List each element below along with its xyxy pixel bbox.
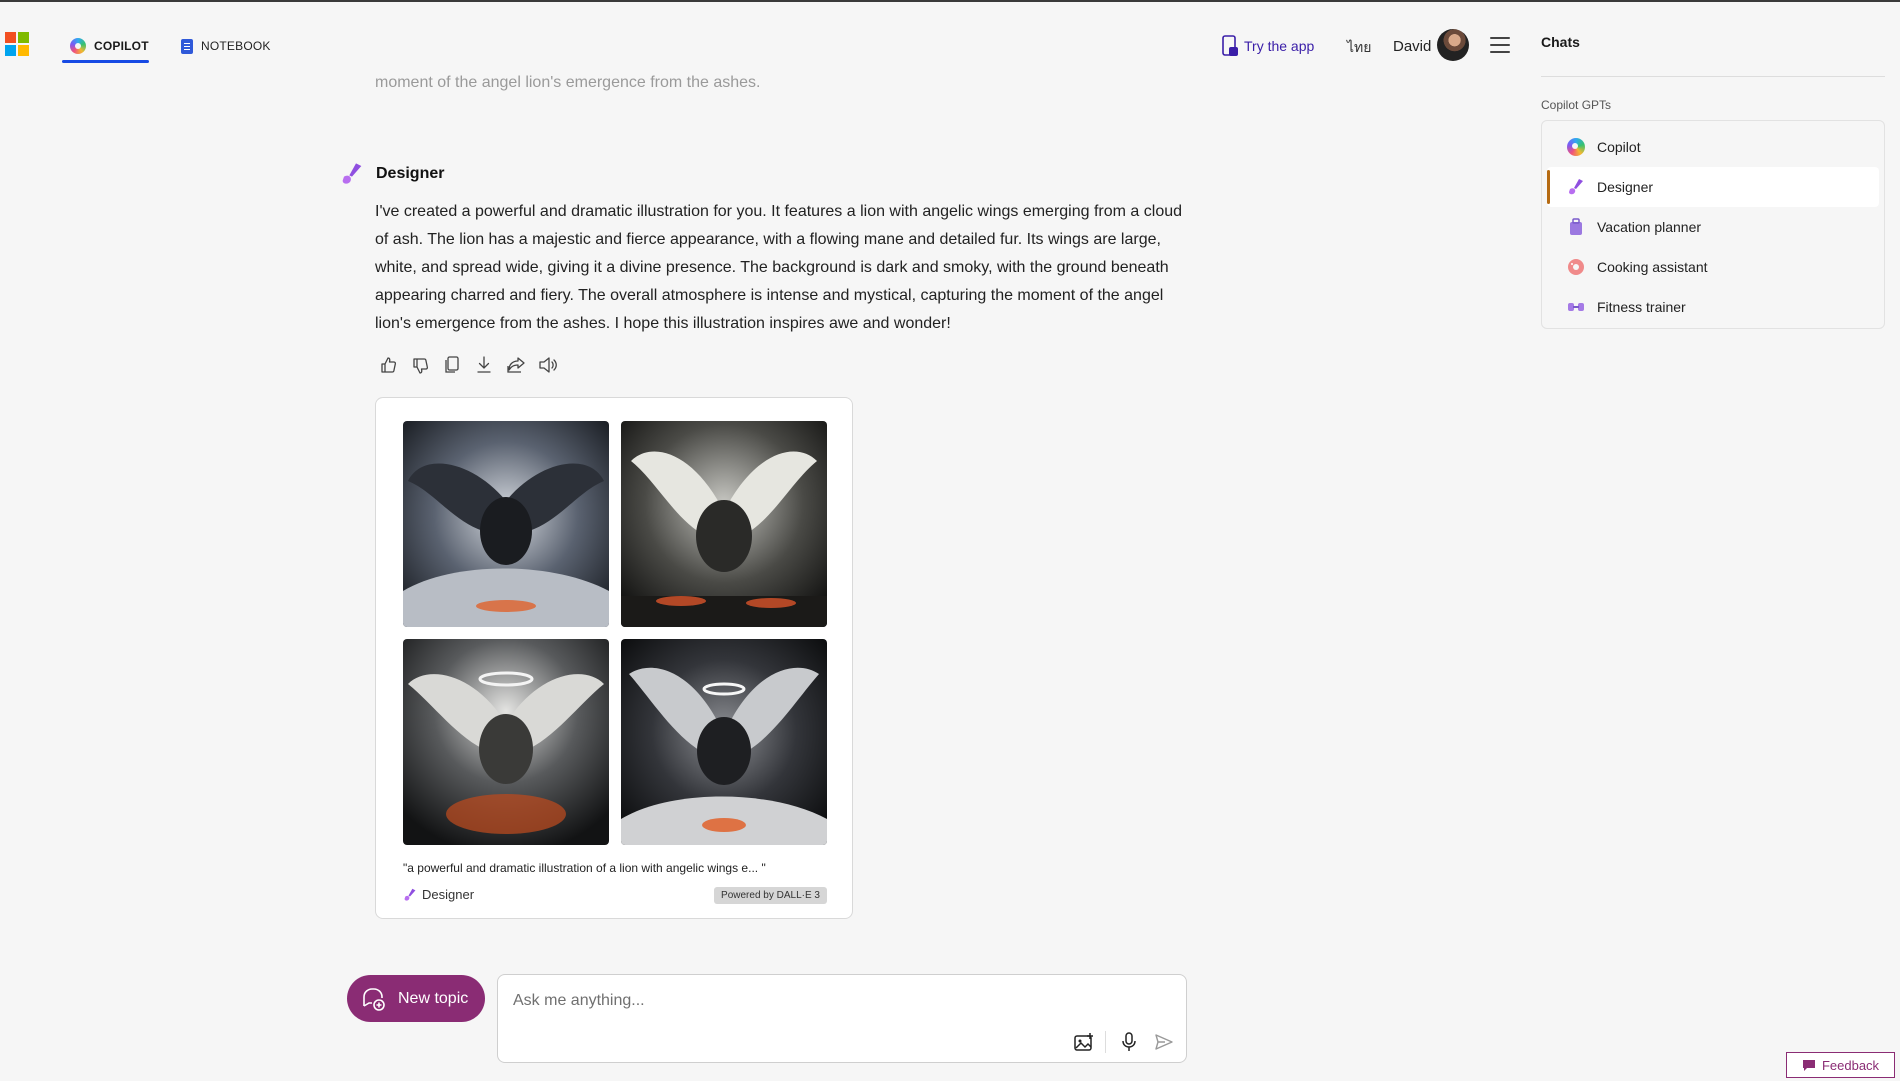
sidebar-item-label: Cooking assistant	[1597, 259, 1708, 275]
avatar[interactable]	[1437, 29, 1469, 61]
phone-icon	[1222, 35, 1238, 56]
generated-image[interactable]	[403, 639, 609, 845]
new-topic-label: New topic	[398, 989, 469, 1007]
tab-copilot-label: COPILOT	[94, 39, 149, 53]
sidebar-item-fitness-trainer[interactable]: Fitness trainer	[1547, 287, 1879, 327]
notebook-icon	[181, 38, 193, 54]
send-icon[interactable]	[1153, 1031, 1175, 1053]
chat-input[interactable]	[513, 988, 1153, 1014]
tab-notebook-label: NOTEBOOK	[201, 39, 271, 53]
designer-icon	[404, 888, 416, 901]
user-name[interactable]: David	[1393, 38, 1431, 55]
designer-icon	[342, 163, 362, 184]
image-grid	[403, 421, 827, 845]
assistant-response-text: I've created a powerful and dramatic ill…	[375, 203, 1183, 332]
image-source-label: Designer	[422, 887, 475, 902]
sidebar-item-designer[interactable]: Designer	[1547, 167, 1879, 207]
new-topic-icon	[363, 987, 385, 1011]
language-switch[interactable]: ไทย	[1347, 37, 1371, 59]
tab-notebook[interactable]: NOTEBOOK	[181, 30, 271, 62]
sidebar-item-copilot[interactable]: Copilot	[1547, 127, 1879, 167]
copilot-icon	[1567, 138, 1585, 156]
new-topic-button[interactable]: New topic	[347, 975, 485, 1022]
feedback-button[interactable]: Feedback	[1786, 1052, 1895, 1078]
chats-divider	[1541, 76, 1885, 77]
chat-input-box	[497, 974, 1187, 1063]
sidebar-item-label: Designer	[1597, 179, 1654, 195]
top-header: COPILOT NOTEBOOK Try the app ไทย David	[0, 2, 1535, 72]
add-image-icon[interactable]	[1073, 1031, 1095, 1053]
try-app-label: Try the app	[1244, 38, 1315, 54]
message-actions	[378, 353, 558, 377]
sidebar-item-label: Vacation planner	[1597, 219, 1702, 235]
menu-icon[interactable]	[1490, 37, 1510, 53]
feedback-label: Feedback	[1821, 1057, 1880, 1073]
thumbs-down-icon[interactable]	[410, 353, 430, 377]
assistant-header: Designer	[340, 162, 444, 186]
share-icon[interactable]	[506, 353, 526, 377]
generated-image[interactable]	[621, 421, 827, 627]
copilot-gpts-list: Copilot Designer Vacation planner Cookin…	[1541, 120, 1885, 329]
designer-icon	[1569, 179, 1583, 195]
suitcase-icon	[1570, 218, 1582, 235]
download-icon[interactable]	[474, 353, 494, 377]
generated-image[interactable]	[621, 639, 827, 845]
copy-icon[interactable]	[442, 353, 462, 377]
image-source[interactable]: Designer	[403, 887, 474, 902]
dumbbell-icon	[1568, 303, 1584, 311]
copilot-icon	[70, 38, 86, 54]
copilot-gpts-label: Copilot GPTs	[1541, 98, 1612, 112]
powered-by-badge: Powered by DALL·E 3	[714, 887, 827, 904]
try-app-link[interactable]: Try the app	[1222, 34, 1314, 58]
microphone-icon[interactable]	[1118, 1031, 1140, 1053]
assistant-name: Designer	[376, 165, 445, 182]
generated-image[interactable]	[403, 421, 609, 627]
generated-images-card: "a powerful and dramatic illustration of…	[375, 397, 853, 919]
feedback-icon	[1802, 1059, 1815, 1071]
sidebar-item-label: Fitness trainer	[1597, 299, 1686, 315]
image-prompt-caption[interactable]: "a powerful and dramatic illustration of…	[403, 861, 766, 875]
previous-message-tail: moment of the angel lion's emergence fro…	[375, 74, 761, 91]
sidebar-item-label: Copilot	[1597, 139, 1641, 155]
microsoft-logo[interactable]	[5, 32, 29, 56]
chats-title[interactable]: Chats	[1541, 34, 1580, 50]
donut-icon	[1568, 259, 1584, 275]
sidebar-item-vacation-planner[interactable]: Vacation planner	[1547, 207, 1879, 247]
tab-copilot[interactable]: COPILOT	[70, 30, 149, 62]
input-divider	[1105, 1031, 1106, 1053]
thumbs-up-icon[interactable]	[378, 353, 398, 377]
active-tab-indicator	[62, 60, 149, 63]
sidebar-item-cooking-assistant[interactable]: Cooking assistant	[1547, 247, 1879, 287]
speaker-icon[interactable]	[538, 353, 558, 377]
